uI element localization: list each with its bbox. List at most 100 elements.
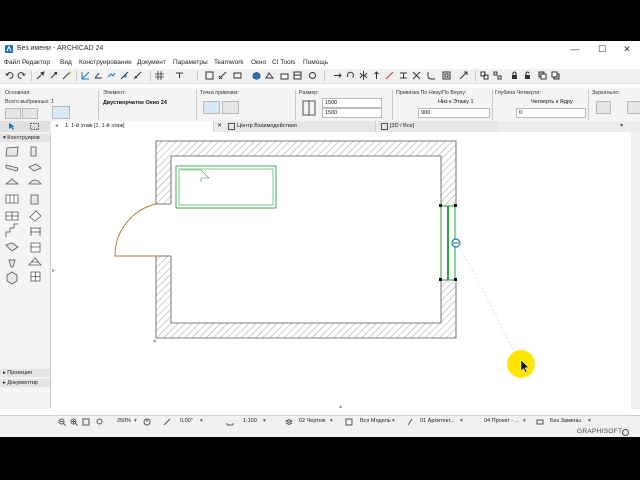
curtain-wall-tool-icon[interactable] bbox=[5, 194, 19, 204]
document-panel-header[interactable]: ▸ Документир bbox=[0, 379, 50, 387]
construct-panel-header[interactable]: ▾ Конструиров bbox=[0, 134, 50, 142]
rotate-icon[interactable] bbox=[346, 71, 355, 80]
projection-panel-header[interactable]: ▸ Проекция bbox=[0, 369, 50, 377]
zoom-dropdown-arrow-icon[interactable]: ▾ bbox=[134, 418, 137, 424]
width-field[interactable]: 1500 bbox=[322, 98, 382, 108]
render-icon[interactable] bbox=[308, 71, 317, 80]
depth-reference-dropdown[interactable]: Четверть к Ядру bbox=[531, 99, 573, 105]
elevate-icon[interactable] bbox=[372, 71, 381, 80]
shell-tool-icon[interactable] bbox=[28, 179, 42, 185]
roof-tool-icon[interactable] bbox=[4, 178, 20, 185]
guide-lines-icon[interactable] bbox=[81, 71, 90, 80]
orientation-angle[interactable]: 0,00° bbox=[180, 418, 193, 424]
model-view-dropdown[interactable]: Вся Модель bbox=[360, 418, 391, 424]
menu-design[interactable]: Конструирование bbox=[79, 59, 132, 66]
tab-interaction-center[interactable]: Центр Взаимодействия bbox=[225, 121, 376, 132]
rotate-view-icon[interactable] bbox=[163, 418, 171, 426]
tab-list-icon[interactable]: ▾ bbox=[620, 121, 623, 132]
fit-in-window-icon[interactable] bbox=[82, 418, 90, 426]
project-dropdown[interactable]: 04 Проект - ... bbox=[484, 418, 519, 424]
wall-tool-icon[interactable] bbox=[5, 146, 19, 157]
angle-dropdown-arrow-icon[interactable]: ▾ bbox=[200, 418, 203, 424]
zoom-in-icon[interactable] bbox=[70, 418, 78, 426]
snap-guides-icon[interactable] bbox=[94, 71, 103, 80]
model-view-options-icon[interactable] bbox=[233, 71, 242, 80]
sill-height-field[interactable]: 900 bbox=[418, 108, 490, 118]
window-tool-button[interactable] bbox=[52, 106, 70, 119]
adjust-icon[interactable] bbox=[399, 71, 408, 80]
project-dropdown-arrow-icon[interactable]: ▾ bbox=[523, 418, 526, 424]
layer-settings-button[interactable] bbox=[5, 108, 21, 119]
inject-parameters-icon[interactable] bbox=[49, 71, 58, 80]
pen-set-dropdown[interactable]: 01 Архитект... bbox=[420, 418, 455, 424]
elevation-icon[interactable] bbox=[280, 71, 289, 80]
layer-dropdown-arrow-icon[interactable]: ▾ bbox=[330, 418, 333, 424]
floor-plan-canvas[interactable]: × Sill ▸ ▴ bbox=[51, 132, 631, 410]
offset-icon[interactable] bbox=[442, 71, 451, 80]
stair-tool-icon[interactable] bbox=[5, 223, 18, 237]
beam-tool-icon[interactable] bbox=[5, 164, 19, 172]
unlock-icon[interactable] bbox=[523, 71, 532, 80]
bed-object[interactable] bbox=[175, 165, 277, 209]
slab-tool-icon[interactable] bbox=[28, 163, 42, 172]
menu-document[interactable]: Документ bbox=[137, 59, 166, 66]
column-tool-icon[interactable] bbox=[30, 146, 37, 157]
close-tab-icon[interactable]: ✕ bbox=[217, 121, 222, 132]
menu-ci-tools[interactable]: CI Tools bbox=[272, 59, 295, 66]
tab-scroll-left-icon[interactable]: ◂ bbox=[55, 121, 58, 132]
menu-file[interactable]: Файл bbox=[4, 59, 20, 66]
pens-icon[interactable] bbox=[218, 71, 227, 80]
skylight-tool-icon[interactable] bbox=[29, 210, 42, 222]
undo-icon[interactable] bbox=[5, 71, 14, 80]
morph-tool-icon[interactable] bbox=[6, 271, 18, 285]
group-icon[interactable] bbox=[480, 71, 489, 80]
arrow-select-icon[interactable] bbox=[8, 123, 15, 130]
depth-field[interactable]: 0 bbox=[516, 108, 586, 118]
scale-dropdown[interactable]: 1:100 bbox=[243, 418, 257, 424]
anchor-point-alt-button[interactable] bbox=[222, 101, 239, 114]
fillet-icon[interactable] bbox=[427, 71, 436, 80]
window-hotspot-top-left[interactable] bbox=[439, 204, 442, 207]
window-hotspot-bottom-right[interactable] bbox=[454, 278, 457, 281]
window-hotspot-bottom-left[interactable] bbox=[439, 278, 442, 281]
zoom-level-dropdown[interactable]: 250% bbox=[117, 418, 131, 424]
trace-reference-icon[interactable] bbox=[107, 71, 116, 80]
marquee-select-icon[interactable] bbox=[30, 123, 39, 130]
gravity-icon[interactable] bbox=[175, 71, 184, 80]
pick-up-parameters-icon[interactable] bbox=[36, 71, 45, 80]
menu-edit[interactable]: Редактор bbox=[22, 59, 50, 66]
split-icon[interactable] bbox=[385, 71, 394, 80]
mesh-tool-icon[interactable] bbox=[28, 257, 42, 266]
orientation-icon[interactable] bbox=[143, 418, 151, 426]
menu-help[interactable]: Помощь bbox=[303, 59, 328, 66]
redo-icon[interactable] bbox=[17, 71, 26, 80]
element-name[interactable]: Двустворчатое Окно 24 bbox=[103, 100, 167, 106]
menu-view[interactable]: Вид bbox=[60, 59, 72, 66]
worksheet-icon[interactable] bbox=[293, 71, 302, 80]
mirror-alt-button[interactable] bbox=[627, 101, 640, 114]
layers-icon[interactable] bbox=[205, 71, 214, 80]
grid-element-tool-icon[interactable] bbox=[30, 271, 41, 282]
menu-options[interactable]: Параметры bbox=[173, 59, 208, 66]
lamp-tool-icon[interactable] bbox=[8, 259, 16, 268]
scale-dropdown-arrow-icon[interactable]: ▾ bbox=[263, 418, 266, 424]
anchor-point-button[interactable] bbox=[203, 101, 220, 114]
pen-set-dropdown-arrow-icon[interactable]: ▾ bbox=[460, 418, 463, 424]
intersect-icon[interactable] bbox=[412, 71, 421, 80]
maximize-button[interactable]: ☐ bbox=[589, 41, 615, 58]
height-field[interactable]: 1500 bbox=[322, 108, 382, 118]
right-scroll-strip[interactable] bbox=[631, 132, 640, 409]
section-icon[interactable] bbox=[265, 71, 274, 80]
renovation-filter-dropdown[interactable]: Без Замены bbox=[550, 418, 581, 424]
suspend-groups-icon[interactable] bbox=[120, 71, 129, 80]
mirror-button[interactable] bbox=[596, 101, 611, 114]
measure-icon[interactable] bbox=[133, 71, 142, 80]
mirror-icon[interactable] bbox=[359, 71, 368, 80]
magic-wand-icon[interactable] bbox=[62, 71, 71, 80]
menu-window[interactable]: Окно bbox=[251, 59, 266, 66]
floor-plan-drawing[interactable]: × Sill ▸ ▴ bbox=[51, 132, 631, 410]
door-swing-arc[interactable] bbox=[114, 203, 157, 257]
close-button[interactable]: ✕ bbox=[614, 41, 640, 58]
object-tool-icon[interactable] bbox=[30, 242, 41, 253]
grid-snap-icon[interactable] bbox=[155, 71, 164, 80]
